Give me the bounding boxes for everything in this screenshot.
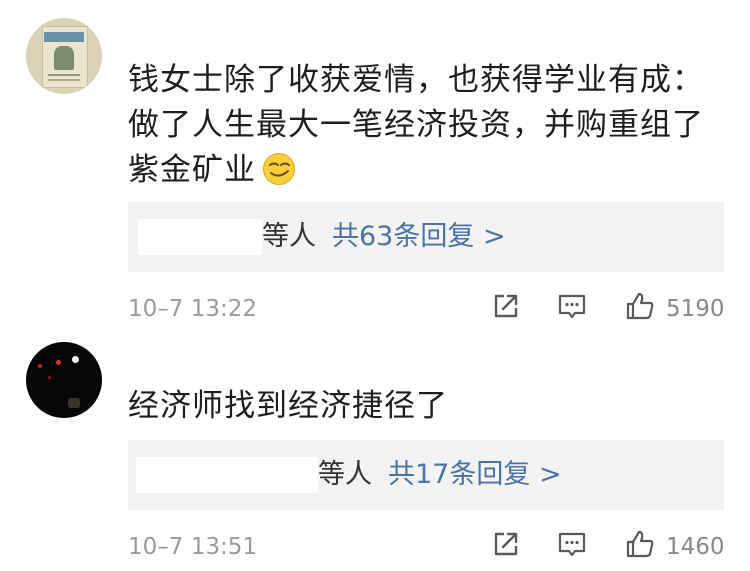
thumbs-up-icon[interactable] xyxy=(624,528,656,560)
comment-meta: 10–7 13:51 1460 xyxy=(128,528,725,568)
view-replies-link[interactable]: 共17条回复 > xyxy=(388,459,562,490)
reply-usernames-redacted xyxy=(136,457,318,493)
avatar[interactable] xyxy=(26,342,102,418)
timestamp: 10–7 13:51 xyxy=(128,534,257,560)
comment-text: 经济师找到经济捷径了 xyxy=(128,384,718,429)
like-count: 1460 xyxy=(666,534,725,560)
share-icon[interactable] xyxy=(490,528,522,560)
reply-summary[interactable]: 等人 共17条回复 > xyxy=(128,440,724,510)
comment-icon[interactable] xyxy=(556,528,588,560)
reply-people-label: 等人 xyxy=(318,459,372,490)
comment-text-content: 经济师找到经济捷径了 xyxy=(128,388,448,424)
comment-item: 经济师找到经济捷径了 等人 共17条回复 > 10–7 13:51 1460 xyxy=(0,0,750,571)
